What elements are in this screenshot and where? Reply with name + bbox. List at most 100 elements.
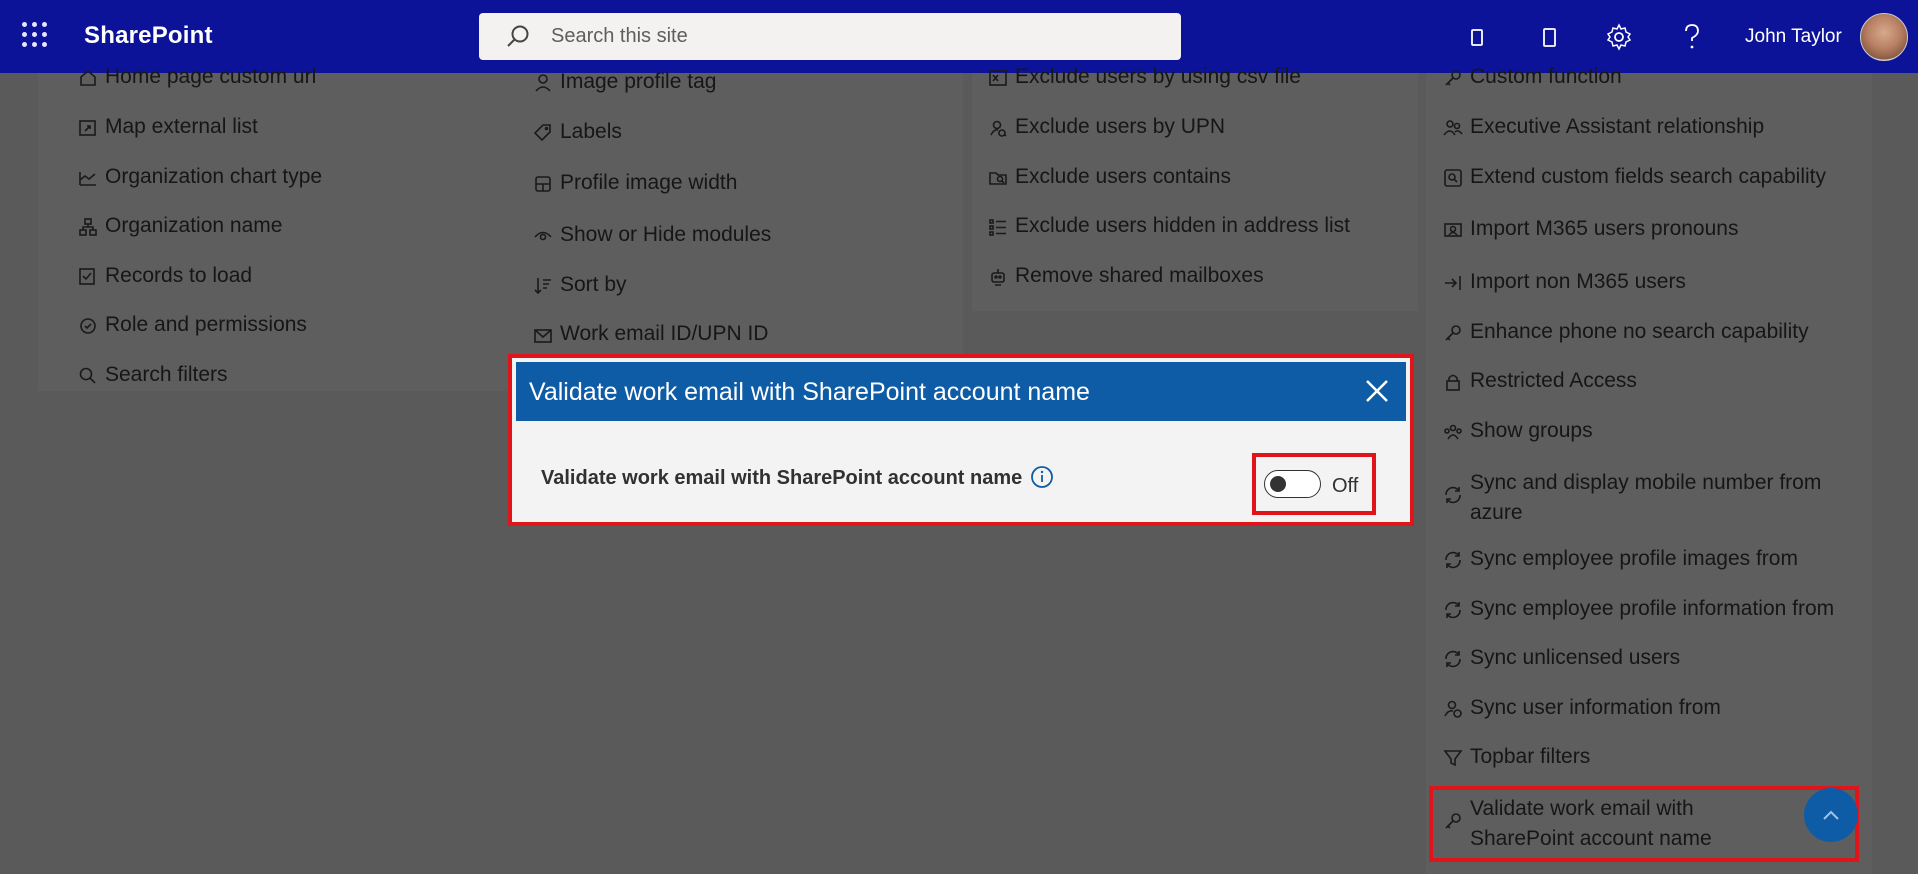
- list-item[interactable]: Home page custom url: [75, 65, 316, 91]
- highlight-box: [1429, 786, 1859, 862]
- person-icon: [530, 70, 556, 96]
- list-item-label: Image profile tag: [560, 70, 717, 93]
- avatar[interactable]: [1860, 13, 1908, 61]
- device-icon[interactable]: [1466, 22, 1488, 52]
- list-item[interactable]: Exclude users by UPN: [985, 115, 1225, 141]
- list-item-label: Labels: [560, 120, 622, 143]
- list-item[interactable]: Labels: [530, 120, 622, 146]
- key-icon: [1440, 65, 1466, 91]
- scroll-to-top-button[interactable]: [1804, 788, 1858, 842]
- dialog-header: Validate work email with SharePoint acco…: [516, 362, 1406, 421]
- user-name[interactable]: John Taylor: [1745, 26, 1842, 48]
- records-icon: [75, 264, 101, 290]
- list-item[interactable]: Restricted Access: [1440, 369, 1637, 395]
- sync-icon: [1440, 646, 1466, 672]
- site-search-box[interactable]: [479, 13, 1181, 60]
- list-item-label: Executive Assistant relationship: [1470, 115, 1765, 138]
- gear-icon[interactable]: [1604, 22, 1634, 52]
- list-item-label: Topbar filters: [1470, 745, 1591, 768]
- list-item-label: Sync employee profile information from: [1470, 597, 1835, 620]
- list-item[interactable]: Remove shared mailboxes: [985, 264, 1264, 290]
- list-item-label: Restricted Access: [1470, 369, 1637, 392]
- mail-icon: [530, 322, 556, 348]
- list-item-label: Profile image width: [560, 171, 738, 194]
- info-icon[interactable]: [1030, 465, 1054, 489]
- list-item[interactable]: Exclude users contains: [985, 165, 1231, 191]
- list-item-label: Sort by: [560, 273, 627, 296]
- list-item[interactable]: Show or Hide modules: [530, 223, 771, 249]
- list-item[interactable]: Sync unlicensed users: [1440, 646, 1680, 672]
- list-item[interactable]: Enhance phone no search capability: [1440, 320, 1809, 346]
- list-item[interactable]: Image profile tag: [530, 70, 716, 96]
- setting-label: Validate work email with SharePoint acco…: [541, 467, 1023, 489]
- eye-icon: [530, 223, 556, 249]
- list-item[interactable]: Sync employee profile images from: [1440, 547, 1798, 573]
- search-input[interactable]: [549, 24, 1153, 49]
- list-item-label: Search filters: [105, 363, 228, 386]
- list-item[interactable]: Extend custom fields search capability: [1440, 165, 1826, 191]
- list-item-label: Enhance phone no search capability: [1470, 320, 1809, 343]
- list-item-label: Extend custom fields search capability: [1470, 165, 1827, 188]
- lock-icon: [1440, 369, 1466, 395]
- list-item-label: Map external list: [105, 115, 258, 138]
- list-item[interactable]: Sort by: [530, 273, 627, 299]
- person-search-icon: [985, 115, 1011, 141]
- close-icon[interactable]: [1362, 376, 1392, 406]
- list-item-label: Show groups: [1470, 419, 1593, 442]
- list-item-label: Sync unlicensed users: [1470, 646, 1681, 669]
- list-item[interactable]: Custom function: [1440, 65, 1622, 91]
- excel-icon: [985, 65, 1011, 91]
- bot-icon: [985, 264, 1011, 290]
- badge-icon: [75, 313, 101, 339]
- list-item[interactable]: Executive Assistant relationship: [1440, 115, 1764, 141]
- settings-panel-2: [508, 73, 963, 355]
- list-item[interactable]: Sync and display mobile number from azur…: [1440, 468, 1830, 528]
- list-item[interactable]: Show groups: [1440, 419, 1593, 445]
- list-item[interactable]: Sync employee profile information from: [1440, 597, 1834, 623]
- list-item-label: Exclude users contains: [1015, 165, 1231, 188]
- folder-search-icon: [985, 165, 1011, 191]
- list-item-label: Remove shared mailboxes: [1015, 264, 1264, 287]
- list-item[interactable]: Work email ID/UPN ID: [530, 322, 768, 348]
- search-icon: [507, 25, 529, 47]
- list-item[interactable]: Organization name: [75, 214, 282, 240]
- list-item[interactable]: Import M365 users pronouns: [1440, 217, 1738, 243]
- list-item[interactable]: Topbar filters: [1440, 745, 1590, 771]
- person-sync-icon: [1440, 696, 1466, 722]
- group-icon: [1440, 419, 1466, 445]
- app-launcher-icon[interactable]: [22, 22, 48, 48]
- list-item[interactable]: Exclude users hidden in address list: [985, 214, 1350, 240]
- list-item[interactable]: Import non M365 users: [1440, 270, 1686, 296]
- list-item-label: Sync and display mobile number from azur…: [1470, 471, 1822, 524]
- list-item[interactable]: Profile image width: [530, 171, 737, 197]
- list-item-label: Custom function: [1470, 65, 1622, 88]
- list-item[interactable]: Search filters: [75, 363, 228, 389]
- list-item-label: Exclude users hidden in address list: [1015, 214, 1351, 237]
- list-item[interactable]: Map external list: [75, 115, 258, 141]
- list-item[interactable]: Sync user information from: [1440, 696, 1721, 722]
- list-item[interactable]: Organization chart type: [75, 165, 322, 191]
- list-item-label: Import non M365 users: [1470, 270, 1686, 293]
- list-item-label: Records to load: [105, 264, 253, 287]
- layout-icon: [530, 171, 556, 197]
- mobile-icon[interactable]: [1538, 22, 1560, 52]
- help-icon[interactable]: [1680, 22, 1704, 52]
- org-icon: [75, 214, 101, 240]
- toggle-highlight: Off: [1252, 453, 1376, 515]
- validate-email-toggle[interactable]: [1264, 470, 1321, 498]
- list-icon: [985, 214, 1011, 240]
- list-item-label: Work email ID/UPN ID: [560, 322, 769, 345]
- list-item[interactable]: Exclude users by using csv file: [985, 65, 1301, 91]
- sort-icon: [530, 273, 556, 299]
- filter-icon: [1440, 745, 1466, 771]
- list-item-label: Import M365 users pronouns: [1470, 217, 1739, 240]
- list-item[interactable]: Records to load: [75, 264, 252, 290]
- search-box-icon: [1440, 165, 1466, 191]
- list-item-label: Home page custom url: [105, 65, 317, 88]
- list-item-label: Exclude users by UPN: [1015, 115, 1226, 138]
- list-item[interactable]: Role and permissions: [75, 313, 307, 339]
- home-icon: [75, 65, 101, 91]
- brand-title[interactable]: SharePoint: [84, 22, 213, 50]
- chart-icon: [75, 165, 101, 191]
- contact-icon: [1440, 217, 1466, 243]
